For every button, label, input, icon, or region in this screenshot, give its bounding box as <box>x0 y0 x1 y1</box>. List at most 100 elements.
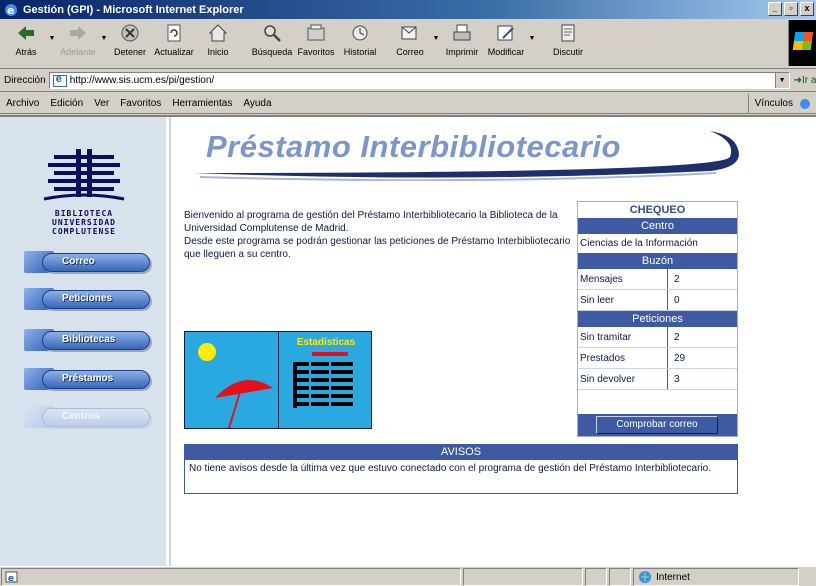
link-ie-icon <box>800 98 810 109</box>
links-label: Vínculos <box>754 98 793 109</box>
stop-button[interactable]: Detener <box>108 19 152 67</box>
mail-dropdown-icon[interactable]: ▼ <box>432 35 440 42</box>
peticiones-header: Peticiones <box>578 311 737 327</box>
table-row: Prestados 29 <box>578 348 737 369</box>
logo-line-1: BIBLIOTECA <box>54 209 114 218</box>
table-row: Sin leer 0 <box>578 290 737 311</box>
comprobar-correo-button[interactable]: Comprobar correo <box>596 416 718 434</box>
window-title: Gestión (GPI) - Microsoft Internet Explo… <box>23 3 244 16</box>
sin-leer-label: Sin leer <box>578 290 668 310</box>
back-button[interactable]: Atrás <box>4 19 48 67</box>
menu-archivo[interactable]: Archivo <box>6 98 39 109</box>
address-bar: Dirección http://www.sis.ucm.es/pi/gesti… <box>0 70 816 92</box>
forward-arrow-icon <box>70 26 86 40</box>
home-icon <box>208 24 228 42</box>
menu-favoritos[interactable]: Favoritos <box>120 98 161 109</box>
go-label: Ir a <box>802 75 816 86</box>
refresh-button[interactable]: Actualizar <box>152 19 196 67</box>
address-url: http://www.sis.ucm.es/pi/gestion/ <box>69 75 215 86</box>
welcome-paragraph-1: Bienvenido al programa de gestión del Pr… <box>184 210 558 234</box>
address-input[interactable]: http://www.sis.ucm.es/pi/gestion/ ▼ <box>48 72 790 89</box>
menu-ayuda[interactable]: Ayuda <box>243 98 271 109</box>
search-button[interactable]: Búsqueda <box>250 19 294 67</box>
menu-herramientas[interactable]: Herramientas <box>172 98 232 109</box>
favorites-button[interactable]: Favoritos <box>294 19 338 67</box>
links-bar[interactable]: Vínculos <box>747 94 816 113</box>
centro-header: Centro <box>578 218 737 234</box>
table-row: Mensajes 2 <box>578 269 737 290</box>
print-icon <box>453 24 471 41</box>
mail-icon <box>401 26 417 40</box>
discuss-button[interactable]: Discutir <box>546 19 590 67</box>
menu-edicion[interactable]: Edición <box>50 98 83 109</box>
edit-button[interactable]: Modificar <box>484 19 528 67</box>
browser-toolbar: Atrás ▼ Adelante ▼ Detener Actualizar In… <box>0 19 816 69</box>
go-button[interactable]: ➜Ir a <box>794 75 816 86</box>
table-row: Sin tramitar 2 <box>578 327 737 348</box>
history-button[interactable]: Historial <box>338 19 382 67</box>
page-status-icon: e <box>5 571 18 583</box>
forward-dropdown-icon[interactable]: ▼ <box>100 35 108 42</box>
print-button[interactable]: Imprimir <box>440 19 484 67</box>
maximize-button[interactable]: ▫ <box>784 2 798 16</box>
stop-icon <box>121 24 139 42</box>
stats-beach-image <box>185 332 278 429</box>
zone-label: Internet <box>656 571 690 583</box>
nav-label: Peticiones <box>62 293 113 304</box>
sin-devolver-label: Sin devolver <box>578 369 668 389</box>
windows-logo-icon <box>788 20 816 66</box>
back-dropdown-icon[interactable]: ▼ <box>48 35 56 42</box>
nav-prestamos-button[interactable]: Préstamos <box>24 366 152 394</box>
mensajes-label: Mensajes <box>578 269 668 289</box>
status-main: e <box>1 568 461 586</box>
nav-label: Bibliotecas <box>62 334 116 345</box>
nav-peticiones-button[interactable]: Peticiones <box>24 286 152 314</box>
avisos-box: AVISOS No tiene avisos desde la última v… <box>184 444 738 494</box>
minimize-button[interactable]: _ <box>768 2 782 16</box>
page-icon <box>52 73 67 87</box>
svg-text:e: e <box>7 4 14 17</box>
centro-value: Ciencias de la Información <box>580 238 698 249</box>
avisos-text: No tiene avisos desde la última vez que … <box>189 463 711 474</box>
menu-bar: Archivo Edición Ver Favoritos Herramient… <box>0 93 816 114</box>
status-cell <box>609 568 631 586</box>
stats-table-image: Estadísticas <box>278 332 371 428</box>
search-icon <box>264 25 281 42</box>
nav-label: Correo <box>62 256 95 267</box>
sin-devolver-value: 3 <box>674 374 680 385</box>
chequeo-footer: Comprobar correo <box>578 414 737 436</box>
estadisticas-button[interactable]: Estadísticas <box>184 331 372 429</box>
stats-label: Estadísticas <box>296 337 356 348</box>
mensajes-value: 2 <box>674 274 680 285</box>
sidebar-divider <box>169 117 171 566</box>
mail-button[interactable]: Correo <box>388 19 432 67</box>
refresh-icon <box>167 24 181 42</box>
sidebar: BIBLIOTECA UNIVERSIDAD COMPLUTENSE Corre… <box>0 117 166 566</box>
menu-ver[interactable]: Ver <box>94 98 109 109</box>
nav-correo-button[interactable]: Correo <box>24 249 152 277</box>
window-title-bar: e Gestión (GPI) - Microsoft Internet Exp… <box>0 0 816 19</box>
nav-bibliotecas-button[interactable]: Bibliotecas <box>24 327 152 355</box>
prestados-value: 29 <box>674 353 686 364</box>
avisos-header: AVISOS <box>185 445 737 460</box>
sin-tramitar-label: Sin tramitar <box>578 327 668 347</box>
status-cell <box>585 568 607 586</box>
table-row: Sin devolver 3 <box>578 369 737 390</box>
internet-globe-icon <box>639 571 651 583</box>
nav-centros-button[interactable]: Centros <box>24 404 152 432</box>
library-logo-icon <box>43 149 125 201</box>
address-dropdown-icon[interactable]: ▼ <box>774 73 789 88</box>
ie-logo-icon: e <box>5 3 17 17</box>
favorites-icon <box>307 24 325 41</box>
nav-label: Préstamos <box>62 373 114 384</box>
forward-button[interactable]: Adelante <box>56 19 100 67</box>
edit-dropdown-icon[interactable]: ▼ <box>528 35 536 42</box>
close-button[interactable]: x <box>800 2 814 16</box>
page-banner: Préstamo Interbibliotecario <box>190 127 746 181</box>
sin-leer-value: 0 <box>674 295 680 306</box>
welcome-paragraph-2: Desde este programa se podrán gestionar … <box>184 236 571 260</box>
chequeo-panel: CHEQUEO Centro Ciencias de la Informació… <box>577 201 738 437</box>
library-logo: BIBLIOTECA UNIVERSIDAD COMPLUTENSE <box>24 149 144 239</box>
home-button[interactable]: Inicio <box>196 19 240 67</box>
svg-text:e: e <box>8 574 14 583</box>
